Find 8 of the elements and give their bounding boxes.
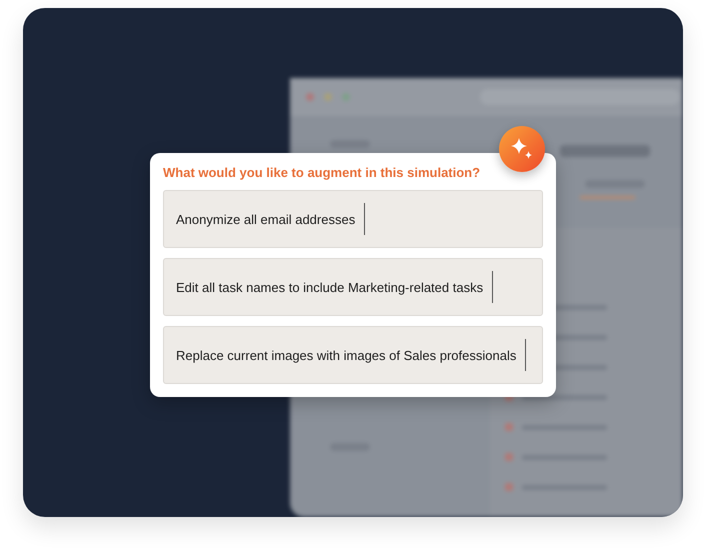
dialog-title: What would you like to augment in this simulation? [163, 165, 482, 180]
text-cursor [525, 339, 526, 371]
text-cursor [364, 203, 366, 235]
prompt-field[interactable]: Anonymize all email addresses [163, 190, 543, 248]
prompt-field[interactable]: Replace current images with images of Sales professionals [163, 326, 543, 384]
text-cursor [492, 271, 494, 303]
sparkle-button[interactable] [499, 126, 545, 172]
prompt-field[interactable]: Edit all task names to include Marketing-related tasks [163, 258, 543, 316]
